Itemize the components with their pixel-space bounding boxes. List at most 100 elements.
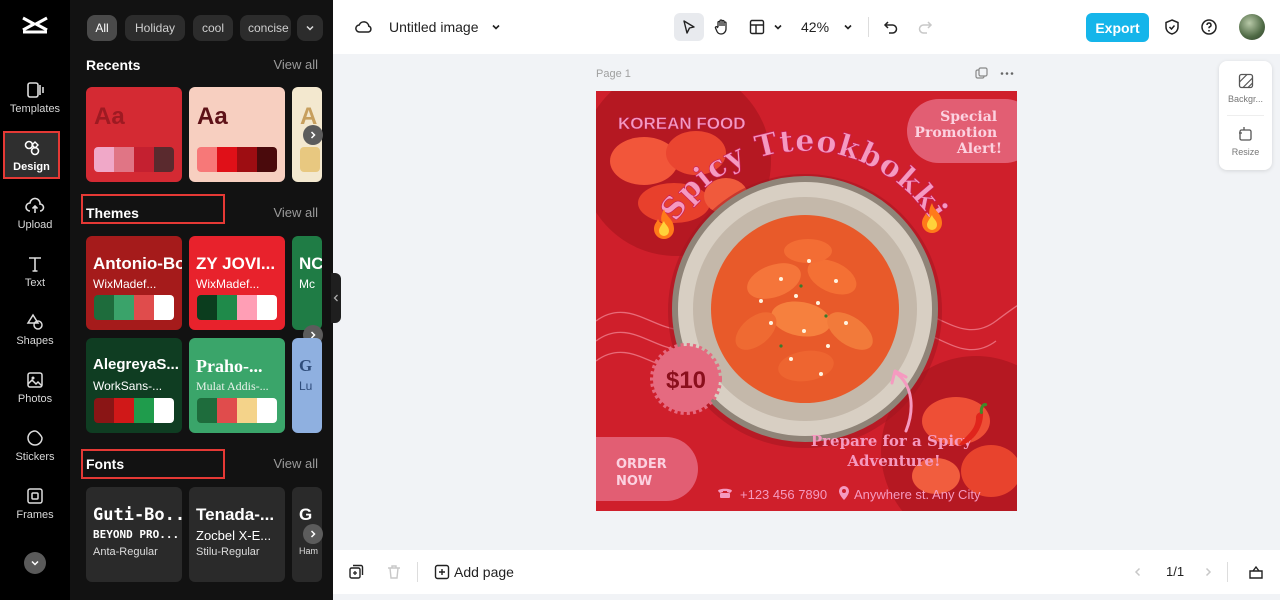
rail-design-label: Design	[13, 160, 50, 173]
duplicate-page-icon[interactable]	[975, 67, 988, 79]
undo-button[interactable]	[880, 16, 902, 38]
rail-frames[interactable]: Frames	[0, 478, 70, 528]
theme-card-6[interactable]: G Lu	[292, 338, 322, 433]
rail-text[interactable]: Text	[0, 246, 70, 296]
rail-design[interactable]: Design	[3, 131, 60, 179]
theme-card-1-swatches	[94, 295, 174, 320]
theme-card-1-subtitle: WixMadef...	[93, 277, 157, 291]
pages-icon	[349, 564, 364, 579]
right-toolbar: Backgr... Resize	[1219, 61, 1272, 170]
chip-all[interactable]: All	[87, 15, 117, 41]
font-card-1[interactable]: Guti-Bo... BEYOND PRO... Anta-Regular	[86, 487, 182, 582]
next-page-button[interactable]	[1197, 561, 1219, 583]
layout-icon	[749, 19, 765, 35]
shield-icon	[1165, 19, 1179, 35]
layout-tool-button[interactable]	[746, 16, 768, 38]
more-options-icon[interactable]	[1000, 72, 1014, 75]
contact-address: Anywhere st. Any City	[854, 487, 981, 502]
recent-card-2-swatches	[197, 147, 277, 172]
background-tool[interactable]: Backgr...	[1219, 72, 1272, 104]
font-card-2[interactable]: Tenada-... Zocbel X-E... Stilu-Regular	[189, 487, 285, 582]
rail-shapes-label: Shapes	[16, 334, 54, 347]
panel-collapse-handle[interactable]	[331, 273, 341, 323]
chip-concise[interactable]: concise	[240, 15, 291, 41]
chevron-right-icon	[1205, 567, 1212, 577]
recents-next-button[interactable]	[303, 125, 323, 145]
recent-card-1-text: Aa	[94, 103, 125, 130]
themes-view-all[interactable]: View all	[273, 205, 318, 220]
resize-tool[interactable]: Resize	[1219, 125, 1272, 157]
font-card-2-line1: Tenada-...	[196, 505, 275, 524]
theme-card-3[interactable]: NC Mc	[292, 236, 322, 330]
theme-card-2-swatches	[197, 295, 277, 320]
trash-icon	[388, 565, 400, 579]
contact-phone: +123 456 7890	[740, 487, 827, 502]
rail-more-button[interactable]	[24, 552, 46, 574]
recents-view-all[interactable]: View all	[273, 57, 318, 72]
avatar[interactable]	[1239, 14, 1265, 40]
previous-page-button[interactable]	[1127, 561, 1149, 583]
theme-card-4[interactable]: AlegreyaS... WorkSans-...	[86, 338, 182, 433]
chevron-right-icon	[310, 131, 316, 139]
hand-tool-button[interactable]	[711, 16, 733, 38]
font-card-1-line3: Anta-Regular	[93, 546, 158, 558]
cursor-icon	[683, 20, 695, 34]
design-icon	[24, 140, 39, 155]
cloud-icon[interactable]	[353, 16, 375, 38]
themes-title: Themes	[86, 205, 139, 221]
background-icon	[1238, 73, 1253, 89]
document-title[interactable]: Untitled image	[389, 19, 479, 35]
shapes-icon	[26, 313, 43, 330]
rail-text-label: Text	[24, 276, 46, 289]
photos-icon	[27, 371, 43, 388]
chip-cool[interactable]: cool	[193, 15, 233, 41]
rail-photos[interactable]: Photos	[0, 362, 70, 412]
order-line-1: ORDER	[616, 457, 667, 472]
rail-upload[interactable]: Upload	[0, 188, 70, 238]
chip-holiday[interactable]: Holiday	[125, 15, 185, 41]
delete-page-button[interactable]	[383, 561, 405, 583]
resize-tool-label: Resize	[1231, 147, 1260, 157]
theme-card-2-subtitle: WixMadef...	[196, 277, 260, 291]
frames-icon	[27, 487, 43, 504]
theme-card-5[interactable]: Praho-... Mulat Addis-...	[189, 338, 285, 433]
select-tool-button[interactable]	[674, 13, 704, 41]
rail-stickers[interactable]: Stickers	[0, 420, 70, 470]
order-line-2: NOW	[616, 474, 652, 489]
fonts-view-all[interactable]: View all	[273, 456, 318, 471]
export-button[interactable]: Export	[1086, 13, 1149, 42]
theme-card-2[interactable]: ZY JOVI... WixMadef...	[189, 236, 285, 330]
chevron-down-icon[interactable]	[767, 16, 789, 38]
add-page-button[interactable]: Add page	[454, 564, 514, 580]
theme-card-3-title: NC	[299, 254, 322, 273]
toggle-panel-button[interactable]	[1245, 561, 1267, 583]
chevron-down-icon	[31, 560, 39, 566]
design-canvas[interactable]: Spicy Tteokbokki KOREAN FOOD Special Pro…	[596, 91, 1017, 511]
panel-toggle-icon	[1249, 565, 1263, 579]
chips-more-button[interactable]	[297, 15, 323, 41]
recent-card-1[interactable]: Aa	[86, 87, 182, 182]
capcut-logo[interactable]	[20, 14, 50, 40]
rail-photos-label: Photos	[17, 392, 53, 405]
recent-card-2[interactable]: Aa	[189, 87, 285, 182]
theme-card-1-title: Antonio-Bold	[93, 254, 182, 273]
rail-templates[interactable]: Templates	[0, 72, 70, 122]
shield-button[interactable]	[1161, 16, 1183, 38]
theme-card-1[interactable]: Antonio-Bold WixMadef...	[86, 236, 182, 330]
chevron-down-icon[interactable]	[837, 16, 859, 38]
hand-icon	[714, 19, 727, 35]
tagline-line-2: Adventure!	[846, 452, 940, 470]
fonts-next-button[interactable]	[303, 524, 323, 544]
page-manager-button[interactable]	[345, 561, 367, 583]
help-button[interactable]	[1198, 16, 1220, 38]
add-page-icon[interactable]	[431, 561, 453, 583]
chevron-down-icon	[306, 25, 314, 31]
rail-shapes[interactable]: Shapes	[0, 304, 70, 354]
redo-button[interactable]	[914, 16, 936, 38]
zoom-level[interactable]: 42%	[801, 19, 829, 35]
recents-title: Recents	[86, 57, 141, 73]
chevron-down-icon[interactable]	[485, 16, 507, 38]
toolbar-divider	[868, 17, 869, 37]
right-toolbar-divider	[1227, 115, 1264, 116]
page-tools	[975, 67, 1014, 79]
